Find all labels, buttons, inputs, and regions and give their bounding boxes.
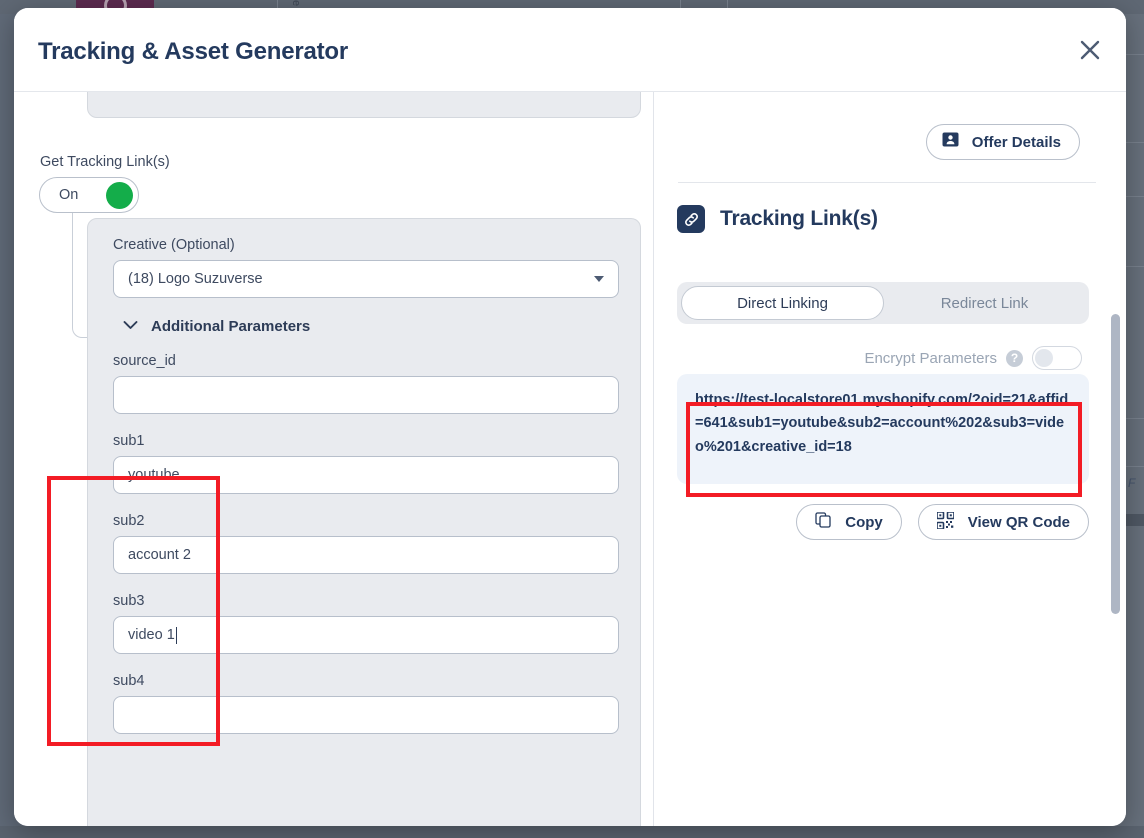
creative-label: Creative (Optional) [113, 237, 615, 253]
tab-redirect-link[interactable]: Redirect Link [884, 286, 1085, 320]
background-tab-label: e [289, 0, 302, 6]
modal-body: Get Tracking Link(s) On Creative (Option… [14, 92, 1126, 826]
sub1-field-group: sub1 youtube [113, 433, 615, 494]
encrypt-parameters-row: Encrypt Parameters ? [864, 346, 1082, 370]
source-id-label: source_id [113, 353, 615, 369]
toggle-knob [106, 182, 133, 209]
tracking-url-text[interactable]: https://test-localstore01.myshopify.com/… [695, 389, 1071, 459]
get-tracking-links-toggle[interactable]: On [39, 177, 139, 213]
view-qr-code-label: View QR Code [968, 514, 1070, 531]
tab-direct-linking-label: Direct Linking [737, 295, 828, 312]
copy-label: Copy [845, 514, 883, 531]
sub3-field-group: sub3 video 1 [113, 593, 615, 654]
section-divider [678, 182, 1096, 183]
sub4-label: sub4 [113, 673, 615, 689]
tab-redirect-link-label: Redirect Link [941, 295, 1029, 312]
encrypt-parameters-label: Encrypt Parameters [864, 350, 997, 367]
copy-button[interactable]: Copy [796, 504, 902, 540]
modal-scrollbar[interactable] [1111, 106, 1120, 818]
additional-parameters-toggle[interactable]: Additional Parameters [123, 317, 615, 335]
sub4-input[interactable] [113, 696, 619, 734]
source-id-input[interactable] [113, 376, 619, 414]
tracking-links-title: Tracking Link(s) [720, 207, 878, 231]
tracking-links-header: Tracking Link(s) [677, 205, 878, 233]
previous-section-card [87, 92, 641, 118]
sub3-value: video 1 [128, 627, 175, 643]
scrollbar-thumb[interactable] [1111, 314, 1120, 614]
tracking-url-panel: https://test-localstore01.myshopify.com/… [677, 374, 1089, 484]
encrypt-parameters-toggle[interactable] [1032, 346, 1082, 370]
link-icon [677, 205, 705, 233]
sub3-label: sub3 [113, 593, 615, 609]
chevron-down-icon [123, 317, 138, 335]
tracking-asset-generator-modal: Tracking & Asset Generator Get Tracking … [14, 8, 1126, 826]
toggle-knob [1035, 349, 1053, 367]
close-button[interactable] [1072, 32, 1108, 68]
creative-value: (18) Logo Suzuverse [128, 271, 263, 287]
tracking-toggle-label: Get Tracking Link(s) [40, 154, 170, 170]
page-title: Tracking & Asset Generator [38, 38, 348, 66]
creative-field-group: Creative (Optional) (18) Logo Suzuverse [113, 237, 615, 298]
source-id-field-group: source_id [113, 353, 615, 414]
sub4-field-group: sub4 [113, 673, 615, 734]
help-icon[interactable]: ? [1006, 350, 1023, 367]
parameters-card: Creative (Optional) (18) Logo Suzuverse … [87, 218, 641, 826]
form-panel: Get Tracking Link(s) On Creative (Option… [14, 92, 653, 826]
qr-code-icon [937, 512, 954, 533]
tracking-url-actions: Copy [677, 504, 1089, 540]
sub2-label: sub2 [113, 513, 615, 529]
offer-details-label: Offer Details [972, 134, 1061, 151]
text-cursor [176, 627, 177, 644]
modal-header: Tracking & Asset Generator [14, 8, 1126, 92]
creative-select[interactable]: (18) Logo Suzuverse [113, 260, 619, 298]
sub1-label: sub1 [113, 433, 615, 449]
additional-parameters-label: Additional Parameters [151, 318, 310, 335]
tracking-link-panel: Offer Details Tracking Link(s) Direct Li… [654, 92, 1126, 826]
sub2-value: account 2 [128, 547, 191, 563]
sub2-field-group: sub2 account 2 [113, 513, 615, 574]
toggle-state-label: On [59, 187, 78, 203]
offer-details-button[interactable]: Offer Details [926, 124, 1080, 160]
view-qr-code-button[interactable]: View QR Code [918, 504, 1089, 540]
id-card-icon [942, 132, 959, 152]
link-type-tabs: Direct Linking Redirect Link [677, 282, 1089, 324]
sub1-value: youtube [128, 467, 180, 483]
sub3-input[interactable]: video 1 [113, 616, 619, 654]
sub1-input[interactable]: youtube [113, 456, 619, 494]
close-icon [1079, 39, 1101, 61]
background-taskbar [0, 826, 1144, 838]
tab-direct-linking[interactable]: Direct Linking [681, 286, 884, 320]
chevron-down-icon [594, 276, 604, 282]
copy-icon [815, 512, 831, 532]
sub2-input[interactable]: account 2 [113, 536, 619, 574]
